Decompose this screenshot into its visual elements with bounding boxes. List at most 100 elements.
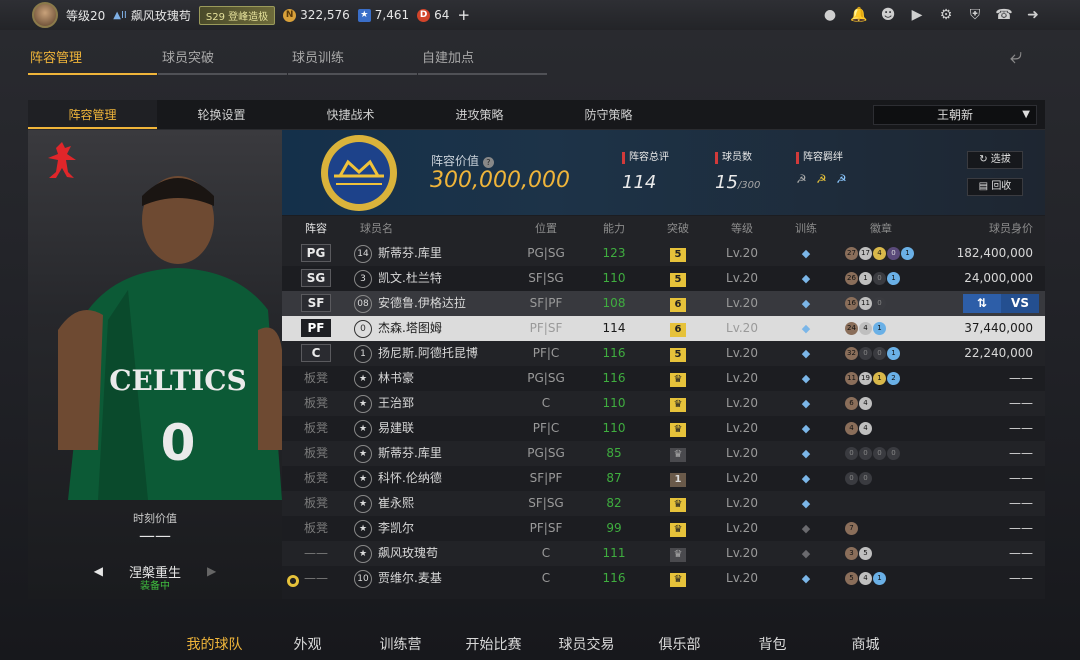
table-row[interactable]: SF 08 安德鲁.伊格达拉 SF|PF 108 6 Lv.20 ◆ 16 11 0 ⇅ VS — [282, 291, 1045, 316]
subtab-custom-points[interactable]: 自建加点 — [418, 44, 547, 75]
shield-icon[interactable]: ⛨ — [966, 6, 984, 24]
nav-my-team[interactable]: 我的球队 — [168, 630, 261, 660]
row-badges[interactable]: 27 17 4 0 1 — [838, 241, 924, 266]
next-arrow-icon[interactable]: ▶ — [207, 564, 216, 578]
row-badges[interactable]: 16 11 0 — [838, 291, 924, 316]
settings-icon[interactable]: ⚙ — [937, 6, 955, 24]
table-row[interactable]: 板凳 ★ 崔永熙 SF|SG 82 ♛ Lv.20 ◆ —— — [282, 491, 1045, 516]
row-badges[interactable]: 7 — [838, 516, 924, 541]
training-icon[interactable]: ◆ — [798, 323, 814, 335]
training-icon[interactable]: ◆ — [798, 423, 814, 435]
training-icon[interactable]: ◆ — [798, 548, 814, 560]
tab-lineup[interactable]: 阵容管理 — [28, 100, 157, 129]
tab-defense[interactable]: 防守策略 — [544, 100, 673, 129]
row-training: ◆ — [774, 241, 838, 266]
row-badges[interactable]: 24 4 1 — [838, 316, 924, 341]
jersey-number-icon: ★ — [354, 494, 372, 513]
jersey-number-icon: ★ — [354, 369, 372, 388]
col-name: 球员名 — [360, 222, 393, 235]
training-icon[interactable]: ◆ — [798, 373, 814, 385]
tab-offense[interactable]: 进攻策略 — [415, 100, 544, 129]
training-icon[interactable]: ◆ — [798, 348, 814, 360]
row-badges[interactable] — [838, 491, 924, 516]
add-currency-button[interactable]: + — [457, 6, 470, 24]
training-icon[interactable]: ◆ — [798, 523, 814, 535]
bench-label: 板凳 — [303, 521, 328, 535]
stat-bonds[interactable]: 阵容羁绊 ☭ ☭ ☭ — [796, 152, 852, 186]
badge-count: 0 — [887, 447, 900, 460]
nav-start-game[interactable]: 开始比赛 — [447, 630, 540, 660]
subtab-player-breakthrough[interactable]: 球员突破 — [158, 44, 287, 75]
profile-icon[interactable]: ● — [821, 6, 839, 24]
table-row[interactable]: 板凳 ★ 王治郅 C 110 ♛ Lv.20 ◆ 6 4 —— — [282, 391, 1045, 416]
table-row[interactable]: PG 14 斯蒂芬.库里 PG|SG 123 5 Lv.20 ◆ 27 17 4 0 1 182,400,… — [282, 241, 1045, 266]
back-arrow-icon[interactable]: ⤶ — [1010, 46, 1046, 68]
row-value: —— — [1009, 396, 1033, 410]
row-badges[interactable]: 64 — [838, 391, 924, 416]
nav-club[interactable]: 俱乐部 — [633, 630, 726, 660]
table-row[interactable]: 板凳 ★ 李凯尔 PF|SF 99 ♛ Lv.20 ◆ 7 —— — [282, 516, 1045, 541]
tab-quick-tactics[interactable]: 快捷战术 — [286, 100, 415, 129]
player-portrait-card[interactable]: CELTICS 0 时刻价值 —— ◀ 涅槃重生 ▶ 装备中 — [28, 130, 282, 599]
row-player-name: ★ 斯蒂芬.库里 — [350, 441, 510, 466]
nav-player-trade[interactable]: 球员交易 — [540, 630, 633, 660]
training-icon[interactable]: ◆ — [798, 248, 814, 260]
nav-store[interactable]: 商城 — [819, 630, 912, 660]
table-row[interactable]: 板凳 ★ 科怀.伦纳德 SF|PF 87 1 Lv.20 ◆ 0 0 —— — [282, 466, 1045, 491]
avatar[interactable] — [32, 2, 58, 28]
table-row[interactable]: PF 0 杰森.塔图姆 PF|SF 114 6 Lv.20 ◆ 24 4 1 37,440,000 — [282, 316, 1045, 341]
select-button[interactable]: ↻ 选拔 — [967, 151, 1023, 169]
swap-popup[interactable]: ⇅ VS — [963, 294, 1039, 313]
badge-count: 7 — [845, 522, 858, 535]
row-value: —— — [1009, 371, 1033, 385]
swap-arrows-icon[interactable]: ⇅ — [963, 294, 1001, 313]
nav-training-camp[interactable]: 训练营 — [354, 630, 447, 660]
row-badges[interactable]: 32 0 0 1 — [838, 341, 924, 366]
subtab-lineup-management[interactable]: 阵容管理 — [28, 44, 157, 75]
table-row[interactable]: —— 10 贾维尔.麦基 C 116 ♛ Lv.20 ◆ 5 4 1 —— — [282, 566, 1045, 591]
breakthrough-badge: 1 — [670, 473, 686, 487]
help-icon[interactable]: ? — [482, 157, 494, 168]
row-badges[interactable]: 26 1 0 1 — [838, 266, 924, 291]
training-icon[interactable]: ◆ — [798, 573, 814, 585]
training-icon[interactable]: ◆ — [798, 498, 814, 510]
table-row[interactable]: 板凳 ★ 易建联 PF|C 110 ♛ Lv.20 ◆ 4 4 —— — [282, 416, 1045, 441]
row-level: Lv.20 — [726, 271, 758, 285]
table-row[interactable]: C 1 扬尼斯.阿德托昆博 PF|C 116 5 Lv.20 ◆ 32 0 0 1 22,240,000 — [282, 341, 1045, 366]
logout-icon[interactable]: ➜ — [1024, 6, 1042, 24]
nav-backpack[interactable]: 背包 — [726, 630, 819, 660]
bell-icon[interactable]: 🔔 — [850, 6, 868, 24]
nav-appearance[interactable]: 外观 — [261, 630, 354, 660]
training-icon[interactable]: ◆ — [798, 448, 814, 460]
table-row[interactable]: 板凳 ★ 斯蒂芬.库里 PG|SG 85 ♛ Lv.20 ◆ 0 0 0 0 —— — [282, 441, 1045, 466]
training-icon[interactable]: ◆ — [798, 273, 814, 285]
table-row[interactable]: —— ★ 飙风玫瑰苟 C 111 ♛ Lv.20 ◆ 3 5 —— — [282, 541, 1045, 566]
training-icon[interactable]: ◆ — [798, 473, 814, 485]
lineup-selector-dropdown[interactable]: 王朝新 ▼ — [873, 105, 1037, 125]
row-badges[interactable]: 0000 — [838, 441, 924, 466]
subtab-player-training[interactable]: 球员训练 — [288, 44, 417, 75]
training-icon[interactable]: ◆ — [798, 398, 814, 410]
support-icon[interactable]: ☎ — [995, 6, 1013, 24]
video-icon[interactable]: ▶ — [908, 6, 926, 24]
table-row[interactable]: SG 3 凯文.杜兰特 SF|SG 110 5 Lv.20 ◆ 26 1 0 1 24,000,000 — [282, 266, 1045, 291]
row-badges[interactable]: 44 — [838, 416, 924, 441]
badge-count: 4 — [859, 572, 872, 585]
prev-arrow-icon[interactable]: ◀ — [94, 564, 103, 578]
training-icon[interactable]: ◆ — [798, 298, 814, 310]
badge-count: 1 — [859, 272, 872, 285]
table-row[interactable]: 板凳 ★ 林书豪 PG|SG 116 ♛ Lv.20 ◆ 11 19 1 2 —— — [282, 366, 1045, 391]
friends-icon[interactable]: ☻ — [879, 6, 897, 24]
row-position: PG|SG — [527, 371, 565, 385]
row-badges[interactable]: 35 — [838, 541, 924, 566]
row-badges[interactable]: 541 — [838, 566, 924, 591]
vs-button[interactable]: VS — [1001, 294, 1039, 313]
recycle-button[interactable]: ▤ 回收 — [967, 178, 1023, 196]
row-badges[interactable]: 00 — [838, 466, 924, 491]
row-level: Lv.20 — [726, 571, 758, 585]
tab-rotation[interactable]: 轮换设置 — [157, 100, 286, 129]
row-badges[interactable]: 11 19 1 2 — [838, 366, 924, 391]
season-badge[interactable]: S29 登峰造极 — [198, 5, 276, 25]
breakthrough-badge: 5 — [670, 248, 686, 262]
row-level: Lv.20 — [726, 421, 758, 435]
